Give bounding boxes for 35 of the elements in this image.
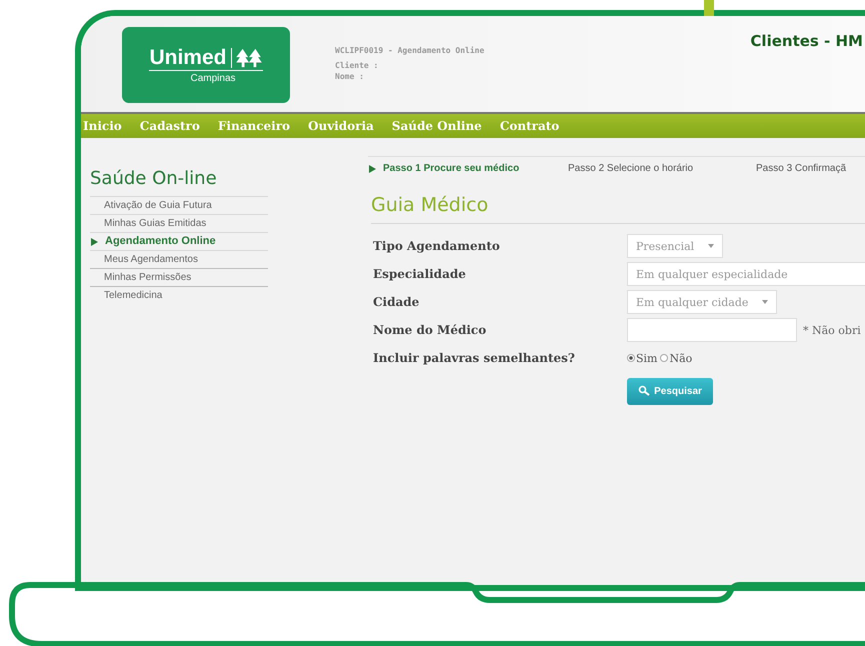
portal-title: Clientes - HM <box>750 32 864 50</box>
field-label: Especialidade <box>373 267 467 281</box>
step-tab[interactable]: Passo 2 Selecione o horário <box>568 156 756 180</box>
field-label: Nome do Médico <box>373 323 488 337</box>
menu-item[interactable]: Contrato <box>500 119 560 133</box>
menu-item[interactable]: Financeiro <box>218 119 290 133</box>
radio-label: Não <box>669 352 692 364</box>
sidebar-item[interactable]: Minhas Guias Emitidas <box>90 214 268 232</box>
form-title: Guia Médico <box>371 194 865 224</box>
sidebar-item[interactable]: Meus Agendamentos <box>90 250 268 268</box>
logo-subtitle: Campinas <box>190 73 236 84</box>
menu-item[interactable]: Saúde Online <box>392 119 482 133</box>
field-label: Cidade <box>373 295 420 309</box>
input-field[interactable]: Em qualquer especialidade <box>627 262 865 286</box>
search-button[interactable]: Pesquisar <box>627 378 713 404</box>
sidebar-item[interactable]: Agendamento Online <box>90 232 268 250</box>
program-info-text: Nome : <box>335 71 365 82</box>
menu-item[interactable]: Ouvidoria <box>308 119 374 133</box>
sidebar-item[interactable]: Ativação de Guia Futura <box>90 196 268 214</box>
step-tab[interactable]: Passo 3 Confirmaçã <box>756 156 865 180</box>
sidebar-item[interactable]: Telemedicina <box>90 286 268 304</box>
dropdown[interactable]: Em qualquer cidade <box>627 290 778 314</box>
step-tab[interactable]: Passo 1 Procure seu médico <box>368 156 568 180</box>
logo-text: Unimed <box>149 46 226 70</box>
hint-text: * Não obri <box>803 324 861 336</box>
program-info-text: WCLIPF0019 - Agendamento Online <box>335 45 484 56</box>
radio-label: Sim <box>636 352 658 364</box>
program-info-text: Cliente : <box>335 60 380 71</box>
sidebar-title: Saúde On-line <box>90 168 218 189</box>
dropdown[interactable]: Presencial <box>627 234 724 258</box>
menu-item[interactable]: Inicio <box>83 119 122 133</box>
field-label: Incluir palavras semelhantes? <box>373 351 576 365</box>
field-label: Tipo Agendamento <box>373 239 501 253</box>
menu-item[interactable]: Cadastro <box>140 119 200 133</box>
sidebar-item[interactable]: Minhas Permissões <box>90 268 268 286</box>
